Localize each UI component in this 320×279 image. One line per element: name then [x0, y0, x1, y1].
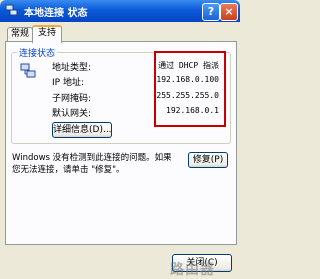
subnet-mask-label: 子网掩码:	[52, 94, 92, 104]
help-button[interactable]: ?	[202, 3, 220, 21]
details-button[interactable]: 详细信息(D)...	[52, 122, 112, 138]
status-dialog: 本地连接 状态 ? × 常规 支持 连接状态 地址类型: 通过 DHCP 指派 …	[0, 0, 240, 279]
network-connection-icon	[5, 4, 18, 16]
tab-general[interactable]: 常规	[7, 27, 33, 41]
repair-button[interactable]: 修复(P)	[188, 152, 228, 168]
title-bar[interactable]: 本地连接 状态 ? ×	[0, 0, 240, 22]
address-type-label: 地址类型:	[52, 63, 92, 73]
close-window-button[interactable]: ×	[220, 3, 238, 21]
tab-support[interactable]: 支持	[32, 25, 62, 43]
default-gateway-label: 默认网关:	[52, 109, 92, 119]
diagnostic-line-1: Windows 没有检测到此连接的问题。如果	[12, 153, 172, 163]
ip-address-label: IP 地址:	[52, 78, 84, 88]
diagnostic-line-2: 您无法连接，请单击 "修复"。	[12, 165, 125, 175]
connection-status-label: 连接状态	[17, 46, 58, 59]
diagnostic-text: Windows 没有检测到此连接的问题。如果 您无法连接，请单击 "修复"。	[12, 152, 182, 176]
network-computers-icon	[20, 63, 36, 78]
highlight-box	[154, 51, 226, 127]
window-title: 本地连接 状态	[24, 8, 88, 19]
watermark: 路由器	[170, 262, 215, 278]
